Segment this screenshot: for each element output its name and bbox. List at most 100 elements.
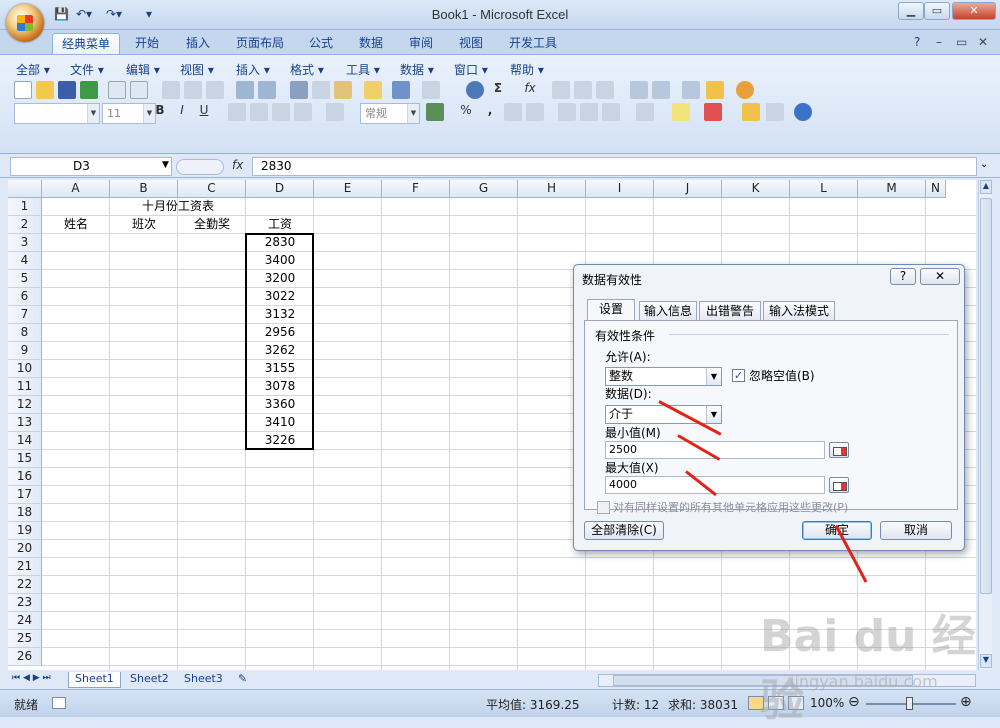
wrap-text-icon[interactable] — [326, 103, 344, 121]
font-color-icon[interactable] — [704, 103, 722, 121]
tab-insert[interactable]: 插入 — [177, 33, 219, 54]
row-header-8[interactable]: 8 — [8, 324, 42, 342]
drawing-icon[interactable] — [652, 81, 670, 99]
row-header-5[interactable]: 5 — [8, 270, 42, 288]
filter-icon[interactable] — [596, 81, 614, 99]
data-select[interactable]: 介于 ▼ — [605, 405, 722, 424]
row-header-19[interactable]: 19 — [8, 522, 42, 540]
column-header-g[interactable]: G — [450, 180, 518, 198]
row-header-16[interactable]: 16 — [8, 468, 42, 486]
menu-help[interactable]: 帮助 ▾ — [510, 61, 544, 78]
align-right-icon[interactable] — [272, 103, 290, 121]
row-header-15[interactable]: 15 — [8, 450, 42, 468]
zoom-icon[interactable] — [766, 103, 784, 121]
tab-home[interactable]: 开始 — [126, 33, 168, 54]
column-header-m[interactable]: M — [858, 180, 926, 198]
dialog-tab-settings[interactable]: 设置 — [587, 299, 635, 320]
salary-cell[interactable]: 3200 — [246, 270, 314, 288]
row-header-11[interactable]: 11 — [8, 378, 42, 396]
dialog-help-button[interactable]: ? — [890, 268, 916, 285]
ignore-blank-checkbox[interactable]: ✓ — [732, 369, 745, 382]
permission-icon[interactable] — [80, 81, 98, 99]
salary-cell[interactable]: 3132 — [246, 306, 314, 324]
open-icon[interactable] — [36, 81, 54, 99]
increase-decimal-icon[interactable] — [504, 103, 522, 121]
row-header-21[interactable]: 21 — [8, 558, 42, 576]
column-header-l[interactable]: L — [790, 180, 858, 198]
align-center-icon[interactable] — [250, 103, 268, 121]
ribbon-close-icon[interactable]: ✕ — [978, 35, 988, 51]
dialog-tab-ime-mode[interactable]: 输入法模式 — [763, 301, 835, 320]
salary-cell[interactable]: 3262 — [246, 342, 314, 360]
macro-record-icon[interactable] — [52, 697, 66, 709]
column-header-n[interactable]: N — [926, 180, 946, 198]
spelling-icon[interactable] — [236, 81, 254, 99]
ribbon-restore-icon[interactable]: ▭ — [956, 35, 967, 51]
ribbon-minimize-icon[interactable]: – — [936, 35, 942, 51]
salary-cell[interactable]: 3022 — [246, 288, 314, 306]
research-icon[interactable] — [206, 81, 224, 99]
tab-review[interactable]: 审阅 — [400, 33, 442, 54]
row-header-1[interactable]: 1 — [8, 198, 42, 216]
sort-descending-icon[interactable] — [574, 81, 592, 99]
row-header-13[interactable]: 13 — [8, 414, 42, 432]
tab-view[interactable]: 视图 — [450, 33, 492, 54]
cancel-button[interactable]: 取消 — [880, 521, 952, 540]
column-header-e[interactable]: E — [314, 180, 382, 198]
font-size-combo[interactable]: 11 ▼ — [102, 103, 156, 124]
salary-cell[interactable]: 3226 — [246, 432, 314, 450]
insert-function-icon[interactable]: fx — [522, 81, 538, 99]
row-header-23[interactable]: 23 — [8, 594, 42, 612]
dialog-tab-input-message[interactable]: 输入信息 — [639, 301, 697, 320]
undo-toolbar-icon[interactable] — [392, 81, 410, 99]
printer-icon[interactable] — [162, 81, 180, 99]
sheet-nav-icon[interactable]: ⏮ ◀ ▶ ⏭ — [12, 673, 51, 683]
insert-function-icon[interactable]: fx — [232, 158, 243, 172]
scroll-thumb[interactable] — [980, 198, 992, 594]
header-cell[interactable]: 姓名 — [42, 216, 110, 234]
tab-page-layout[interactable]: 页面布局 — [227, 33, 293, 54]
copy-icon[interactable] — [312, 81, 330, 99]
align-left-icon[interactable] — [228, 103, 246, 121]
new-icon[interactable] — [14, 81, 32, 99]
font-name-combo[interactable]: ▼ — [14, 103, 100, 124]
menu-file[interactable]: 文件 ▾ — [70, 61, 104, 78]
row-header-24[interactable]: 24 — [8, 612, 42, 630]
menu-tools[interactable]: 工具 ▾ — [346, 61, 380, 78]
salary-cell[interactable]: 2956 — [246, 324, 314, 342]
menu-all[interactable]: 全部 ▾ — [16, 61, 50, 78]
cell-style-icon[interactable] — [602, 103, 620, 121]
minimize-button[interactable]: ▁ — [898, 2, 924, 20]
borders-icon[interactable] — [636, 103, 654, 121]
column-header-d[interactable]: D — [246, 180, 314, 198]
tab-developer[interactable]: 开发工具 — [500, 33, 566, 54]
bold-button[interactable]: B — [152, 103, 168, 121]
sheet-title-cell[interactable]: 十月份工资表 — [42, 198, 314, 216]
magnifier-icon[interactable] — [184, 81, 202, 99]
autosum-icon[interactable]: Σ — [490, 81, 506, 99]
formula-input[interactable]: 2830 — [252, 157, 977, 176]
salary-cell[interactable]: 3400 — [246, 252, 314, 270]
sheet-tab-1[interactable]: Sheet1 — [68, 672, 121, 688]
print-preview-icon[interactable] — [108, 81, 126, 99]
comma-button[interactable]: , — [482, 103, 498, 121]
row-header-12[interactable]: 12 — [8, 396, 42, 414]
row-header-25[interactable]: 25 — [8, 630, 42, 648]
decrease-indent-icon[interactable] — [558, 103, 576, 121]
expand-formula-icon[interactable]: ⌄ — [980, 159, 988, 170]
select-all-corner[interactable] — [8, 180, 42, 198]
maximize-button[interactable]: ▭ — [924, 2, 950, 20]
number-format-combo[interactable]: 常规 ▼ — [360, 103, 420, 124]
office-button[interactable] — [6, 4, 44, 42]
redo-toolbar-icon[interactable] — [422, 81, 440, 99]
row-header-14[interactable]: 14 — [8, 432, 42, 450]
insert-picture-icon[interactable] — [742, 103, 760, 121]
menu-format[interactable]: 格式 ▾ — [290, 61, 324, 78]
scroll-up-icon[interactable]: ▲ — [980, 180, 992, 194]
tab-formulas[interactable]: 公式 — [300, 33, 342, 54]
help-icon[interactable]: ? — [914, 35, 920, 51]
salary-cell[interactable]: 3078 — [246, 378, 314, 396]
row-header-22[interactable]: 22 — [8, 576, 42, 594]
folder-icon[interactable] — [706, 81, 724, 99]
header-cell[interactable]: 全勤奖 — [178, 216, 246, 234]
